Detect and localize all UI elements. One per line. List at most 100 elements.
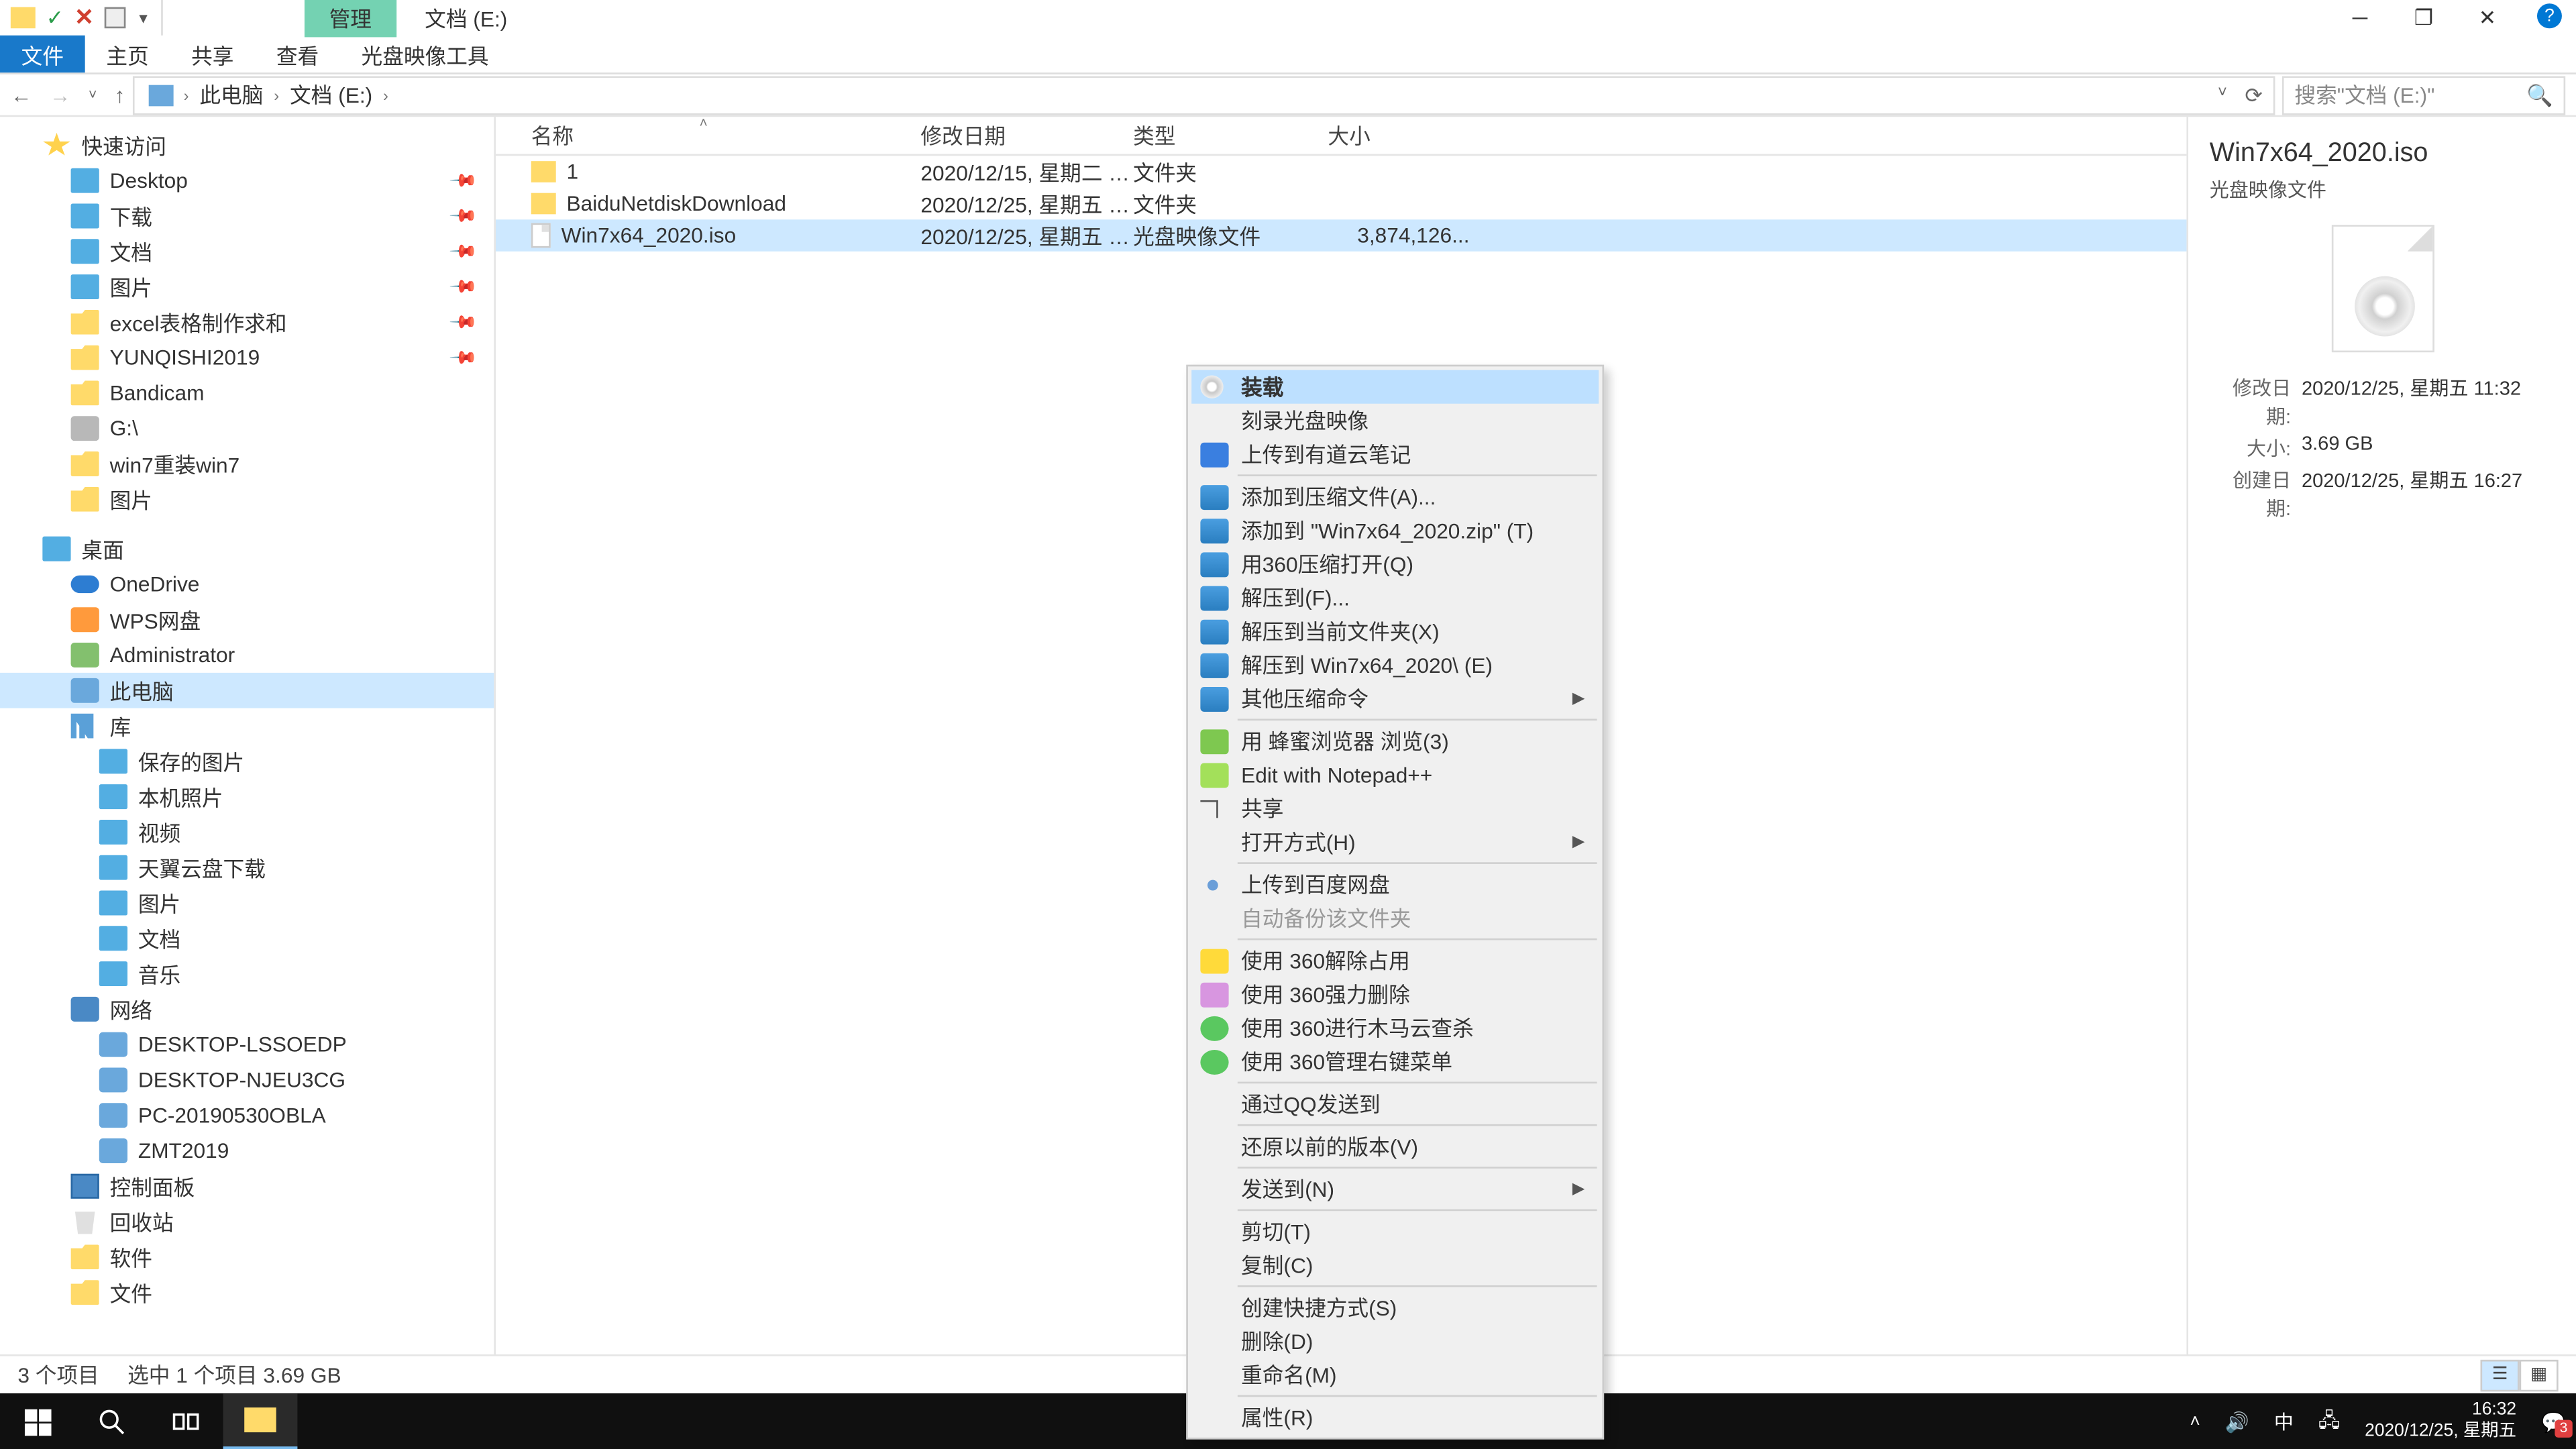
tree-item[interactable]: 音乐	[0, 956, 494, 991]
tree-quick-access[interactable]: 快速访问	[0, 127, 494, 163]
menu-item[interactable]: 剪切(T)	[1191, 1214, 1599, 1248]
recent-dropdown[interactable]: ˅	[89, 87, 97, 103]
menu-item[interactable]: 使用 360进行木马云查杀	[1191, 1011, 1599, 1044]
search-icon[interactable]: 🔍	[2526, 83, 2553, 107]
tree-item[interactable]: 文档 📌	[0, 233, 494, 269]
menu-item[interactable]: 其他压缩命令 ▶	[1191, 682, 1599, 715]
menu-item[interactable]: 打开方式(H) ▶	[1191, 825, 1599, 859]
tree-item[interactable]: DESKTOP-LSSOEDP	[0, 1027, 494, 1063]
ribbon-tab-share[interactable]: 共享	[170, 36, 255, 72]
menu-item[interactable]: 通过QQ发送到	[1191, 1087, 1599, 1120]
header-size[interactable]: 大小	[1328, 120, 1469, 150]
tree-item[interactable]: Administrator	[0, 637, 494, 673]
menu-item[interactable]: 创建快捷方式(S)	[1191, 1291, 1599, 1324]
file-row[interactable]: Win7x64_2020.iso 2020/12/25, 星期五 1... 光盘…	[496, 219, 2186, 252]
forward-button[interactable]: →	[50, 83, 71, 107]
tree-item[interactable]: YUNQISHI2019 📌	[0, 340, 494, 376]
history-dropdown[interactable]: ˅	[2218, 83, 2227, 107]
navigation-tree[interactable]: 快速访问 Desktop 📌 下载 📌 文档 📌 图片 📌 excel表格制作求…	[0, 117, 496, 1354]
tree-item[interactable]: 视频	[0, 814, 494, 850]
tree-item[interactable]: 回收站	[0, 1204, 494, 1240]
tree-item[interactable]: 下载 📌	[0, 199, 494, 234]
tree-item[interactable]: 文件	[0, 1275, 494, 1310]
tree-item[interactable]: 网络	[0, 991, 494, 1027]
header-date[interactable]: 修改日期	[920, 120, 1133, 150]
tree-item[interactable]: 软件	[0, 1239, 494, 1275]
action-center-button[interactable]: 💬	[2541, 1410, 2565, 1433]
menu-item[interactable]: 解压到当前文件夹(X)	[1191, 614, 1599, 648]
menu-item[interactable]: 使用 360强力删除	[1191, 977, 1599, 1011]
refresh-button[interactable]: ⟳	[2245, 83, 2263, 107]
menu-item[interactable]: 共享	[1191, 792, 1599, 825]
tree-item[interactable]: Bandicam	[0, 376, 494, 411]
header-type[interactable]: 类型	[1133, 120, 1328, 150]
cross-icon[interactable]: ✕	[74, 3, 94, 32]
tree-item[interactable]: DESKTOP-NJEU3CG	[0, 1063, 494, 1098]
properties-icon[interactable]	[105, 7, 126, 29]
close-button[interactable]: ✕	[2473, 3, 2502, 32]
ribbon-tab-file[interactable]: 文件	[0, 36, 85, 72]
tree-item[interactable]: Desktop 📌	[0, 163, 494, 199]
up-button[interactable]: ↑	[115, 83, 125, 107]
ribbon-tab-disc-tools[interactable]: 光盘映像工具	[340, 36, 510, 72]
chevron-right-icon[interactable]: ›	[383, 86, 388, 103]
tree-item[interactable]: 此电脑	[0, 673, 494, 708]
tree-item[interactable]: WPS网盘	[0, 602, 494, 637]
taskbar-explorer-button[interactable]	[223, 1393, 298, 1449]
menu-item[interactable]: 添加到 "Win7x64_2020.zip" (T)	[1191, 513, 1599, 547]
tree-item[interactable]: G:\	[0, 411, 494, 446]
tree-item[interactable]: win7重装win7	[0, 446, 494, 482]
tree-item[interactable]: 图片	[0, 885, 494, 921]
ribbon-tab-home[interactable]: 主页	[85, 36, 170, 72]
menu-item[interactable]: 重命名(M)	[1191, 1358, 1599, 1391]
tree-item[interactable]: excel表格制作求和 📌	[0, 305, 494, 340]
ribbon-tab-view[interactable]: 查看	[255, 36, 340, 72]
details-view-button[interactable]: ☰	[2481, 1359, 2520, 1391]
tree-item[interactable]: 库	[0, 708, 494, 744]
tree-item[interactable]: 天翼云盘下载	[0, 850, 494, 885]
dropdown-icon[interactable]: ▼	[136, 10, 150, 26]
tray-overflow-button[interactable]: ˄	[2190, 1412, 2200, 1432]
tree-item[interactable]: 图片 📌	[0, 269, 494, 305]
breadcrumb-item[interactable]: 文档 (E:)	[290, 80, 372, 110]
menu-item[interactable]: 解压到 Win7x64_2020\ (E)	[1191, 648, 1599, 682]
maximize-button[interactable]: ❐	[2410, 3, 2438, 32]
back-button[interactable]: ←	[11, 83, 32, 107]
file-row[interactable]: BaiduNetdiskDownload 2020/12/25, 星期五 1..…	[496, 188, 2186, 220]
menu-item[interactable]: 删除(D)	[1191, 1324, 1599, 1358]
menu-item[interactable]: 装载	[1191, 370, 1599, 404]
menu-item[interactable]: 使用 360解除占用	[1191, 944, 1599, 977]
menu-item[interactable]: 复制(C)	[1191, 1248, 1599, 1282]
start-button[interactable]	[0, 1393, 74, 1449]
menu-item[interactable]: 上传到有道云笔记	[1191, 437, 1599, 471]
menu-item[interactable]: 解压到(F)...	[1191, 581, 1599, 614]
volume-icon[interactable]: 🔊	[2225, 1410, 2249, 1433]
menu-item[interactable]: 还原以前的版本(V)	[1191, 1130, 1599, 1163]
menu-item[interactable]: 使用 360管理右键菜单	[1191, 1044, 1599, 1078]
file-list[interactable]: ˄ 名称 修改日期 类型 大小 1 2020/12/15, 星期二 1... 文…	[496, 117, 2186, 1354]
check-icon[interactable]: ✓	[46, 5, 64, 30]
tree-desktop[interactable]: 桌面	[0, 531, 494, 567]
task-view-button[interactable]	[149, 1393, 223, 1449]
help-icon[interactable]: ?	[2537, 3, 2562, 28]
network-icon[interactable]: 🖧	[2318, 1405, 2340, 1438]
taskbar-clock[interactable]: 16:32 2020/12/25, 星期五	[2365, 1401, 2516, 1443]
menu-item[interactable]: 属性(R)	[1191, 1401, 1599, 1434]
tree-item[interactable]: ZMT2019	[0, 1133, 494, 1169]
file-row[interactable]: 1 2020/12/15, 星期二 1... 文件夹	[496, 156, 2186, 188]
minimize-button[interactable]: ─	[2346, 3, 2374, 32]
taskbar-search-button[interactable]	[74, 1393, 149, 1449]
breadcrumb-path[interactable]: › 此电脑 › 文档 (E:) › ˅ ⟳	[132, 75, 2275, 114]
tree-item[interactable]: 图片	[0, 482, 494, 517]
tree-item[interactable]: 保存的图片	[0, 743, 494, 779]
tree-item[interactable]: OneDrive	[0, 567, 494, 602]
chevron-right-icon[interactable]: ›	[184, 86, 189, 103]
column-headers[interactable]: ˄ 名称 修改日期 类型 大小	[496, 117, 2186, 156]
menu-item[interactable]: 刻录光盘映像	[1191, 404, 1599, 437]
menu-item[interactable]: Edit with Notepad++	[1191, 758, 1599, 792]
tree-item[interactable]: 文档	[0, 920, 494, 956]
menu-item[interactable]: 用 蜂蜜浏览器 浏览(3)	[1191, 724, 1599, 757]
menu-item[interactable]: 上传到百度网盘	[1191, 867, 1599, 901]
breadcrumb-item[interactable]: 此电脑	[199, 80, 263, 110]
tree-item[interactable]: PC-20190530OBLA	[0, 1097, 494, 1133]
